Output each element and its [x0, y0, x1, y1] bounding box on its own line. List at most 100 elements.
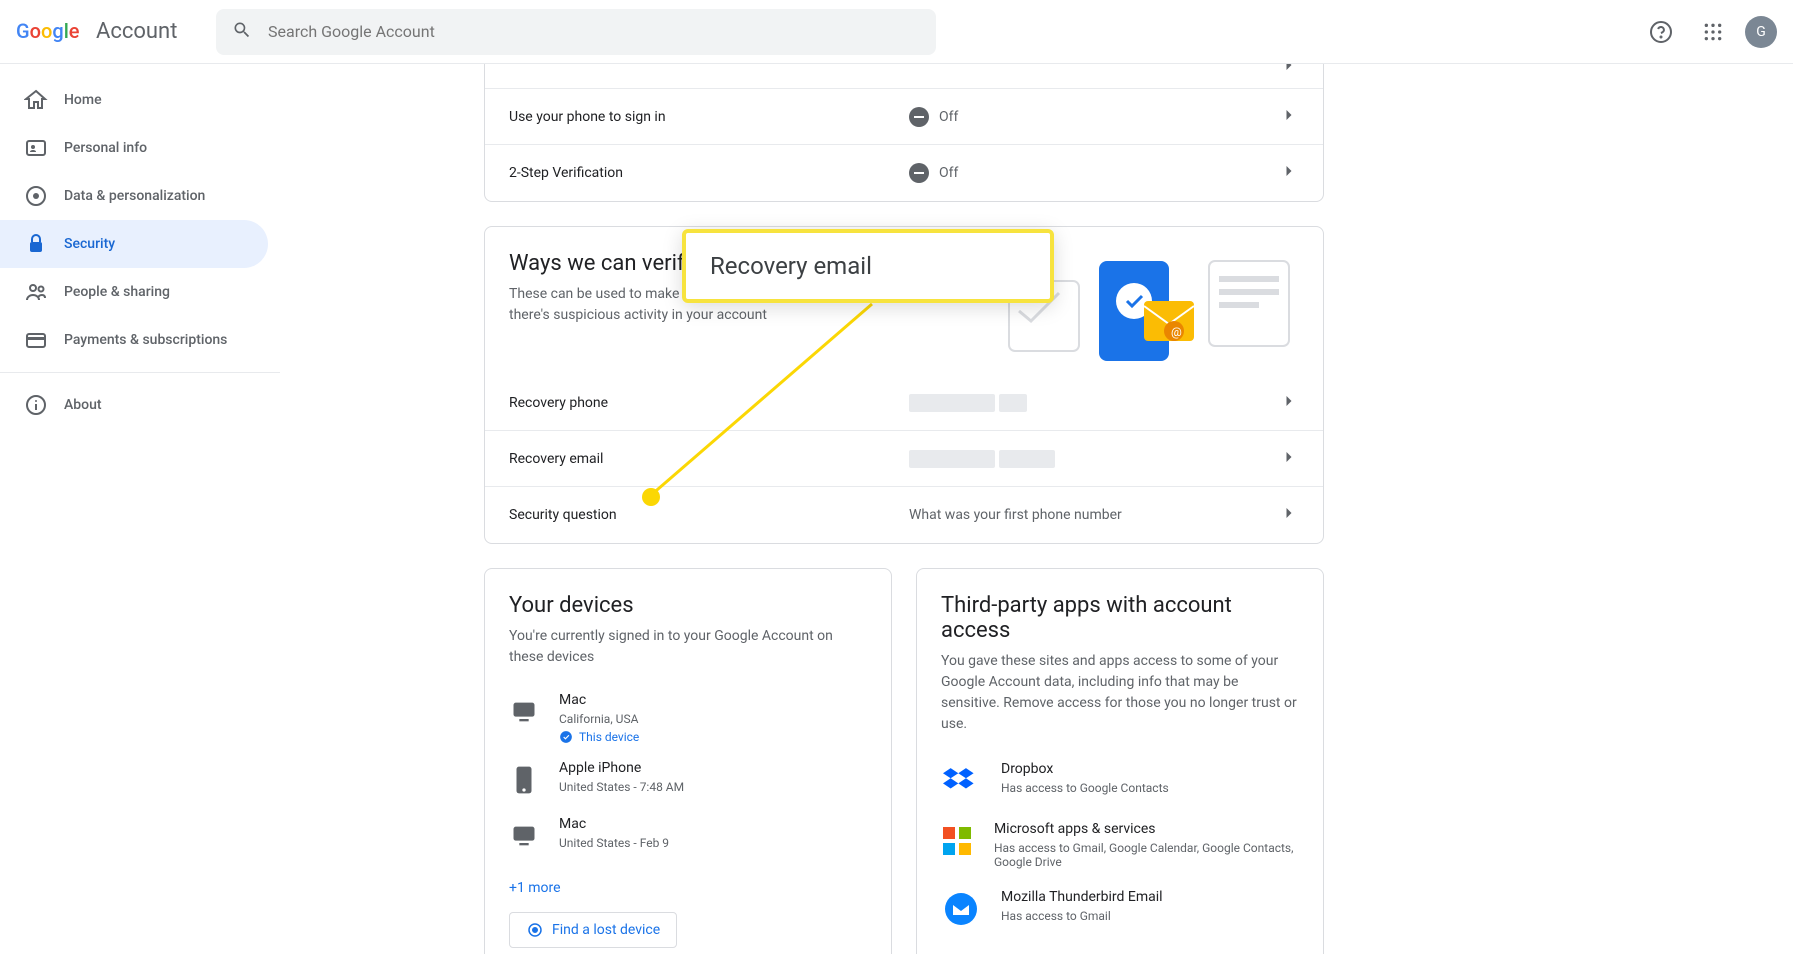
- home-icon: [24, 88, 48, 112]
- avatar[interactable]: G: [1745, 16, 1777, 48]
- people-icon: [24, 280, 48, 304]
- row-last-changed[interactable]: [485, 64, 1323, 89]
- sidebar-item-label: Security: [64, 236, 115, 252]
- chevron-right-icon: [1279, 64, 1299, 79]
- sidebar-item-people[interactable]: People & sharing: [0, 268, 268, 316]
- card-title: Third-party apps with account access: [941, 593, 1299, 643]
- row-value: What was your first phone number: [909, 507, 1279, 523]
- app-name: Microsoft apps & services: [994, 821, 1299, 837]
- app-row: Microsoft apps & services Has access to …: [917, 811, 1323, 879]
- app-row: Mozilla Thunderbird Email Has access to …: [917, 879, 1323, 939]
- sidebar-item-payments[interactable]: Payments & subscriptions: [0, 316, 268, 364]
- svg-text:Google: Google: [16, 20, 80, 43]
- microsoft-icon: [941, 821, 974, 861]
- row-value: [909, 450, 1279, 468]
- row-label: Use your phone to sign in: [509, 109, 909, 125]
- chevron-right-icon: [1279, 447, 1299, 471]
- header: Google Account G: [0, 0, 1793, 64]
- header-right: G: [1641, 12, 1777, 52]
- data-icon: [24, 184, 48, 208]
- sidebar-item-security[interactable]: Security: [0, 220, 268, 268]
- device-row: Apple iPhone United States - 7:48 AM: [485, 752, 891, 808]
- device-name: Mac: [559, 692, 639, 708]
- row-recovery-email[interactable]: Recovery email: [485, 431, 1323, 487]
- row-label: 2-Step Verification: [509, 165, 909, 181]
- thunderbird-icon: [941, 889, 981, 929]
- phone-icon: [509, 760, 539, 800]
- find-device-button[interactable]: Find a lost device: [509, 912, 677, 948]
- device-row: Mac United States - Feb 9: [485, 808, 891, 864]
- more-devices-link[interactable]: +1 more: [485, 864, 891, 912]
- device-info: Mac United States - Feb 9: [559, 816, 669, 850]
- row-label: Recovery email: [509, 451, 909, 467]
- chevron-right-icon: [1279, 391, 1299, 415]
- dropbox-icon: [941, 761, 981, 801]
- device-name: Mac: [559, 816, 669, 832]
- main: Home Personal info Data & personalizatio…: [0, 64, 1793, 954]
- row-phone-signin[interactable]: Use your phone to sign in Off: [485, 89, 1323, 145]
- sidebar-item-home[interactable]: Home: [0, 76, 268, 124]
- help-icon: [1649, 20, 1673, 44]
- signin-card: Use your phone to sign in Off 2-Step Ver…: [484, 64, 1324, 202]
- sidebar-item-label: People & sharing: [64, 284, 170, 300]
- google-logo-icon: Google: [16, 20, 90, 44]
- status-text: Off: [939, 109, 958, 125]
- sidebar-item-label: Payments & subscriptions: [64, 332, 227, 348]
- app-info: Dropbox Has access to Google Contacts: [1001, 761, 1169, 795]
- sidebar-item-personal[interactable]: Personal info: [0, 124, 268, 172]
- logo-area[interactable]: Google Account: [16, 19, 216, 44]
- desktop-icon: [509, 692, 539, 732]
- content: Recovery email Use your phone to sign in…: [280, 64, 1793, 954]
- row-2step[interactable]: 2-Step Verification Off: [485, 145, 1323, 201]
- callout-text: Recovery email: [710, 252, 872, 280]
- help-button[interactable]: [1641, 12, 1681, 52]
- chevron-right-icon: [1279, 105, 1299, 129]
- row-value: [909, 394, 1279, 412]
- target-icon: [526, 921, 544, 939]
- desktop-icon: [509, 816, 539, 856]
- devices-card: Your devices You're currently signed in …: [484, 568, 892, 954]
- id-card-icon: [24, 136, 48, 160]
- device-name: Apple iPhone: [559, 760, 684, 776]
- sidebar-item-about[interactable]: About: [0, 381, 268, 429]
- card-title: Your devices: [509, 593, 867, 618]
- apps-grid-icon: [1703, 22, 1723, 42]
- app-access: Has access to Gmail: [1001, 909, 1163, 923]
- svg-text:@: @: [1171, 325, 1182, 339]
- apps-header: Third-party apps with account access You…: [917, 569, 1323, 751]
- card-desc: You gave these sites and apps access to …: [941, 651, 1299, 735]
- device-row: Mac California, USA This device: [485, 684, 891, 752]
- sidebar-item-data[interactable]: Data & personalization: [0, 172, 268, 220]
- app-access: Has access to Google Contacts: [1001, 781, 1169, 795]
- this-device-badge: This device: [559, 730, 639, 744]
- card-icon: [24, 328, 48, 352]
- device-location: California, USA: [559, 712, 639, 726]
- info-icon: [24, 393, 48, 417]
- tutorial-callout: Recovery email: [682, 229, 1054, 303]
- brand-text: Account: [96, 19, 177, 44]
- sidebar-divider: [0, 372, 280, 373]
- row-label: Recovery phone: [509, 395, 909, 411]
- card-desc: You're currently signed in to your Googl…: [509, 626, 867, 668]
- row-value: Off: [909, 107, 1279, 127]
- device-location: United States - 7:48 AM: [559, 780, 684, 794]
- check-circle-icon: [559, 730, 573, 744]
- status-off-icon: [909, 107, 929, 127]
- search-bar[interactable]: [216, 9, 936, 55]
- device-info: Mac California, USA This device: [559, 692, 639, 744]
- row-recovery-phone[interactable]: Recovery phone: [485, 375, 1323, 431]
- status-off-icon: [909, 163, 929, 183]
- search-input[interactable]: [268, 22, 920, 41]
- device-location: United States - Feb 9: [559, 836, 669, 850]
- apps-button[interactable]: [1693, 12, 1733, 52]
- search-icon: [232, 20, 252, 44]
- sidebar-item-label: Data & personalization: [64, 188, 205, 204]
- avatar-letter: G: [1756, 24, 1766, 40]
- sidebar-item-label: Home: [64, 92, 102, 108]
- row-security-question[interactable]: Security question What was your first ph…: [485, 487, 1323, 543]
- sidebar-item-label: About: [64, 397, 102, 413]
- row-value: Off: [909, 163, 1279, 183]
- app-name: Mozilla Thunderbird Email: [1001, 889, 1163, 905]
- sidebar-item-label: Personal info: [64, 140, 147, 156]
- chevron-right-icon: [1279, 161, 1299, 185]
